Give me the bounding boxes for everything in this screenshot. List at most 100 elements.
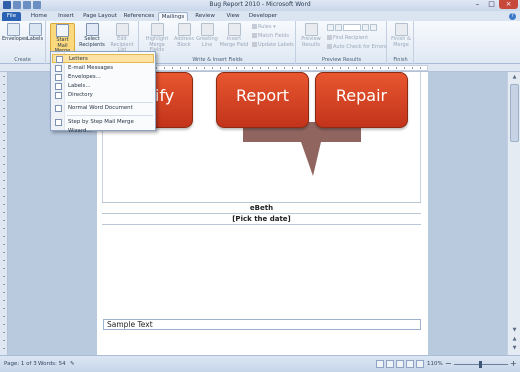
word-count[interactable]: Words: 54 [38, 361, 66, 367]
directory-icon [55, 92, 62, 99]
view-buttons [376, 360, 424, 368]
web-layout-view-icon[interactable] [396, 360, 404, 368]
menu-item-envelopes[interactable]: Envelopes... [52, 73, 154, 82]
tab-insert[interactable]: Insert [54, 12, 78, 21]
first-record-button[interactable] [327, 24, 334, 31]
previous-record-button[interactable] [335, 24, 342, 31]
group-label-write: Write & Insert Fields [192, 57, 243, 63]
menu-separator [67, 102, 153, 103]
tab-home[interactable]: Home [28, 12, 50, 21]
insert-field-icon [227, 23, 241, 36]
update-labels-button[interactable]: Update Labels [252, 42, 294, 48]
last-record-button[interactable] [370, 24, 377, 31]
finish-merge-icon [394, 23, 408, 36]
labels-button[interactable]: Labels [26, 23, 44, 43]
help-icon[interactable]: ? [509, 13, 516, 20]
menu-item-directory[interactable]: Directory [52, 91, 154, 100]
ribbon-tab-bar: File Home Insert Page Layout References … [0, 11, 520, 21]
window-title: Bug Report 2010 - Microsoft Word [209, 1, 311, 8]
menu-item-letters[interactable]: Letters [52, 54, 154, 63]
full-screen-reading-view-icon[interactable] [386, 360, 394, 368]
draft-view-icon[interactable] [416, 360, 424, 368]
proofing-icon[interactable]: ✎ [70, 361, 75, 367]
menu-item-normal-word-document[interactable]: Normal Word Document [52, 104, 154, 113]
tab-developer[interactable]: Developer [247, 12, 279, 21]
match-fields-button[interactable]: Match Fields [252, 33, 289, 39]
smartart-step-report[interactable]: Report [216, 72, 309, 128]
recipients-icon [85, 23, 99, 36]
vertical-ruler[interactable] [0, 72, 8, 355]
highlight-icon [150, 23, 164, 36]
greeting-line-button[interactable]: Greeting Line [196, 23, 218, 48]
scroll-down-icon[interactable]: ▼ [510, 326, 519, 334]
zoom-level[interactable]: 110% [427, 361, 443, 367]
menu-item-email-messages[interactable]: E-mail Messages [52, 64, 154, 73]
tab-view[interactable]: View [222, 12, 244, 21]
zoom-in-icon[interactable]: + [510, 359, 517, 368]
word-document-icon [55, 105, 62, 112]
document-icon [56, 24, 69, 37]
status-bar: Page: 1 of 3 Words: 54 ✎ 110% − + [0, 355, 520, 372]
print-layout-view-icon[interactable] [376, 360, 384, 368]
group-label-finish: Finish [393, 57, 408, 63]
tab-references[interactable]: References [122, 12, 156, 21]
update-labels-icon [252, 42, 257, 47]
check-errors-icon [327, 44, 332, 49]
tab-file[interactable]: File [2, 12, 21, 21]
menu-item-labels[interactable]: Labels... [52, 82, 154, 91]
labels-icon [55, 83, 62, 90]
minimize-button[interactable]: – [471, 0, 484, 9]
sample-text-box[interactable]: Sample Text [103, 319, 421, 330]
finish-merge-button[interactable]: Finish & Merge [389, 23, 413, 48]
outline-view-icon[interactable] [406, 360, 414, 368]
menu-item-mail-merge-wizard[interactable]: Step by Step Mail Merge Wizard... [52, 118, 154, 134]
scrollbar-thumb[interactable] [510, 84, 519, 142]
match-fields-icon [252, 33, 257, 38]
next-page-icon[interactable]: ▼ [510, 344, 519, 352]
wizard-icon [55, 119, 62, 126]
zoom-out-icon[interactable]: − [445, 359, 452, 368]
edit-list-icon [115, 23, 129, 36]
auto-check-errors-button[interactable]: Auto Check for Errors [327, 44, 386, 50]
address-block-button[interactable]: Address Block [173, 23, 195, 48]
group-write-insert-fields: Highlight Merge Fields Address Block Gre… [140, 21, 296, 64]
start-mail-merge-button[interactable]: Start Mail Merge [50, 23, 75, 54]
tab-review[interactable]: Review [192, 12, 218, 21]
rules-button[interactable]: Rules ▾ [252, 24, 276, 30]
greeting-line-icon [200, 23, 214, 36]
edit-recipient-list-button[interactable]: Edit Recipient List [108, 23, 136, 54]
group-create: Envelopes Labels Create [0, 21, 46, 64]
author-field[interactable]: eBeth [102, 204, 421, 212]
table-divider [102, 213, 421, 214]
next-record-button[interactable] [362, 24, 369, 31]
record-navigator [327, 24, 377, 31]
previous-page-icon[interactable]: ▲ [510, 335, 519, 343]
tab-mailings[interactable]: Mailings [158, 12, 188, 21]
close-button[interactable]: × [499, 0, 518, 9]
envelopes-button[interactable]: Envelopes [2, 23, 28, 43]
rules-icon [252, 24, 257, 29]
insert-merge-field-button[interactable]: Insert Merge Field [219, 23, 249, 48]
record-number-field[interactable] [343, 24, 361, 31]
maximize-button[interactable]: □ [485, 0, 498, 9]
table-divider [102, 224, 421, 225]
find-recipient-button[interactable]: Find Recipient [327, 35, 368, 41]
group-preview-results: Preview Results Find Recipient Auto Chec… [297, 21, 387, 64]
zoom-slider-thumb[interactable] [479, 361, 482, 368]
labels-icon [28, 23, 42, 36]
highlight-merge-fields-button[interactable]: Highlight Merge Fields [142, 23, 172, 54]
tab-page-layout[interactable]: Page Layout [82, 12, 118, 21]
vertical-scrollbar[interactable]: ▲ ▼ ▲ ▼ [507, 72, 520, 355]
preview-icon [304, 23, 318, 36]
select-recipients-button[interactable]: Select Recipients [78, 23, 106, 48]
page-count[interactable]: Page: 1 of 3 [4, 361, 37, 367]
date-picker-placeholder[interactable]: [Pick the date] [102, 215, 421, 223]
start-mail-merge-menu: Letters E-mail Messages Envelopes... Lab… [50, 51, 156, 134]
scroll-up-icon[interactable]: ▲ [510, 73, 519, 81]
menu-separator [67, 115, 153, 116]
letter-icon [56, 56, 63, 63]
email-icon [55, 65, 62, 72]
preview-results-button[interactable]: Preview Results [299, 23, 323, 48]
smartart-step-repair[interactable]: Repair [315, 72, 408, 128]
envelope-icon [6, 23, 20, 36]
